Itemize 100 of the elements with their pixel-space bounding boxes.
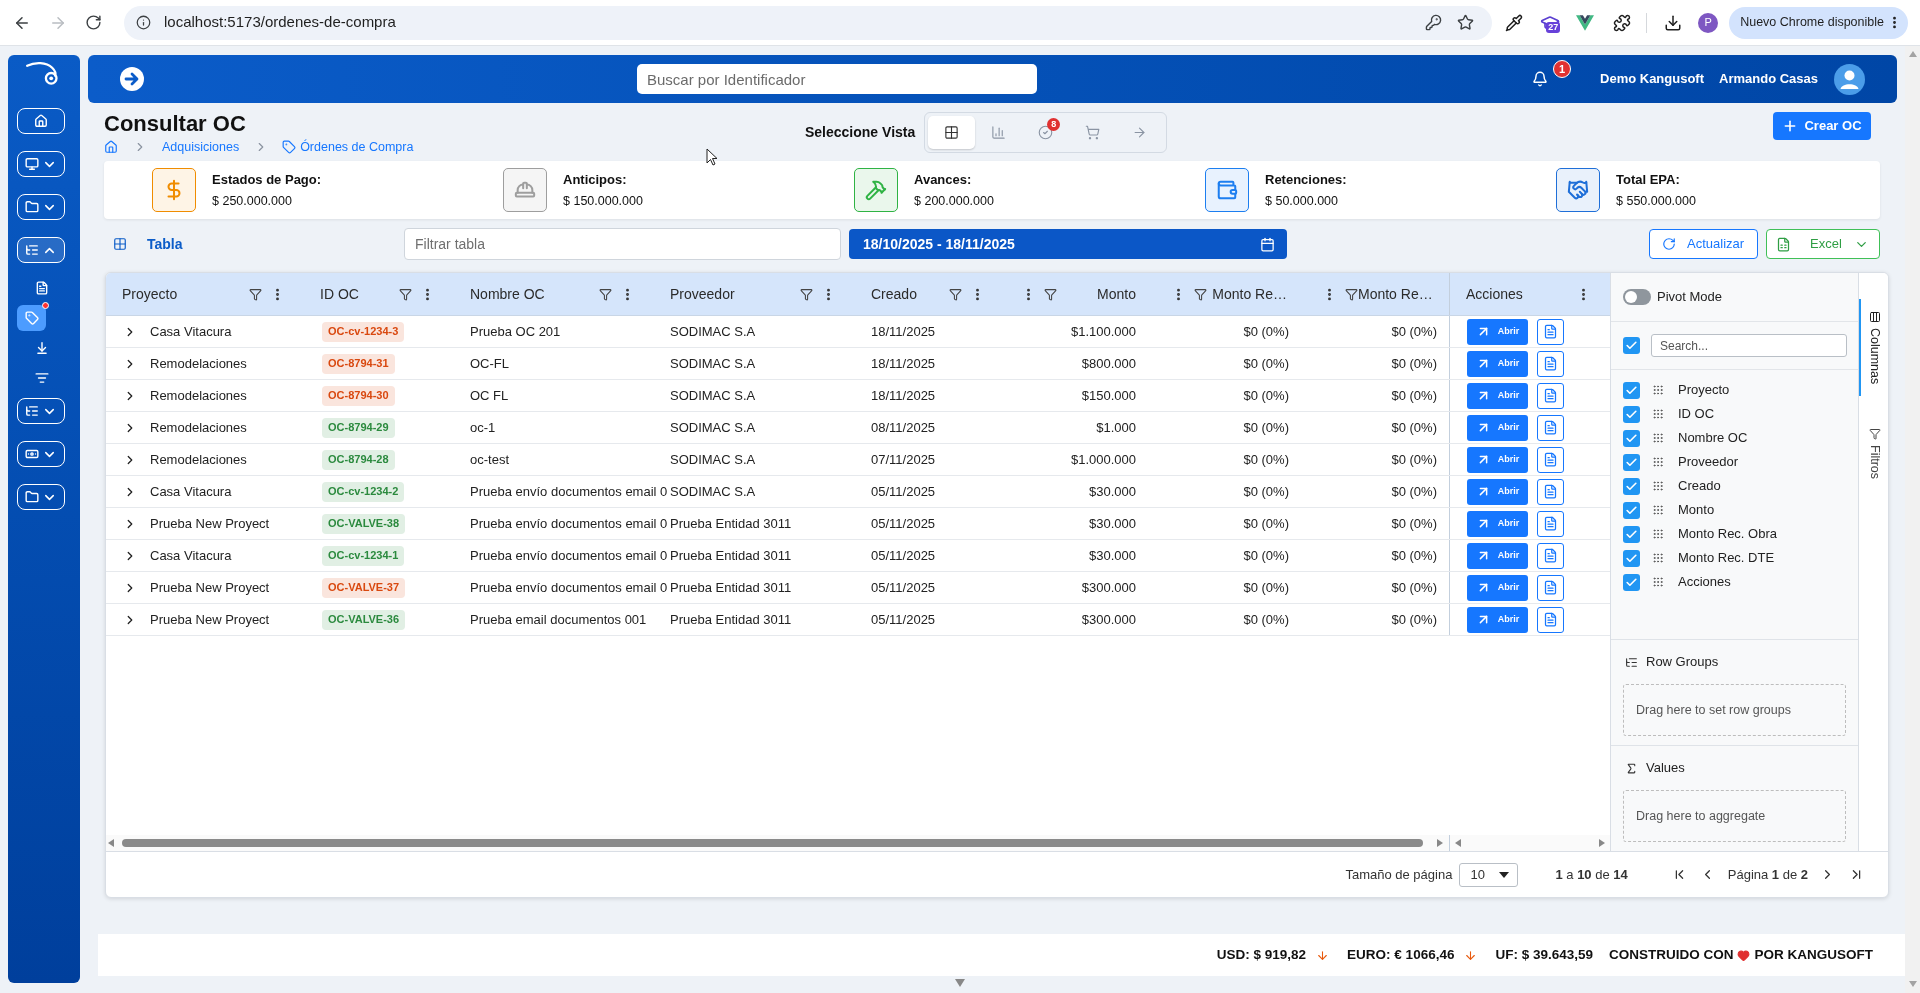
column-checkbox[interactable] — [1623, 429, 1640, 447]
refresh-button[interactable]: Actualizar — [1649, 229, 1758, 259]
excel-export-button[interactable]: Excel — [1766, 229, 1880, 259]
menu-dropdown-button[interactable] — [17, 484, 65, 510]
column-checkbox[interactable] — [1623, 405, 1640, 423]
drag-handle-icon[interactable] — [1652, 528, 1664, 540]
drop-zone[interactable]: Drag here to aggregate — [1623, 790, 1846, 842]
pdf-button[interactable] — [1537, 446, 1564, 473]
pdf-button[interactable] — [1537, 510, 1564, 537]
filter-icon[interactable] — [800, 287, 813, 301]
menu-dropdown-button[interactable] — [17, 237, 65, 263]
filter-icon[interactable] — [949, 287, 962, 301]
horizontal-scrollbar[interactable] — [106, 835, 1610, 851]
notification-bell-icon[interactable] — [1532, 71, 1548, 87]
column-header[interactable]: Monto Re… — [1358, 283, 1433, 305]
bookmark-star-icon[interactable] — [1457, 14, 1475, 31]
open-button[interactable]: Abrir — [1467, 542, 1528, 569]
page-scrollbar[interactable] — [1905, 46, 1920, 993]
drag-handle-icon[interactable] — [1652, 480, 1664, 492]
side-tab[interactable]: Columnas — [1858, 299, 1888, 397]
drag-handle-icon[interactable] — [1652, 552, 1664, 564]
user-avatar-icon[interactable] — [1834, 63, 1865, 95]
view-tab[interactable] — [928, 116, 976, 149]
menu-link[interactable] — [17, 305, 46, 331]
drag-handle-icon[interactable] — [1652, 384, 1664, 396]
drag-handle-icon[interactable] — [1652, 504, 1664, 516]
url-text[interactable]: localhost:5173/ordenes-de-compra — [164, 11, 396, 34]
column-header[interactable]: Proyecto — [122, 283, 178, 305]
filter-icon[interactable] — [1194, 287, 1207, 301]
column-header[interactable]: ID OC — [320, 283, 359, 305]
filter-icon[interactable] — [1345, 287, 1358, 301]
profile-avatar[interactable]: P — [1698, 12, 1719, 33]
page-size-select[interactable]: 10 — [1459, 862, 1519, 887]
address-bar[interactable]: localhost:5173/ordenes-de-compra — [124, 5, 1493, 40]
open-button[interactable]: Abrir — [1467, 382, 1528, 409]
reload-icon[interactable] — [85, 14, 102, 31]
pdf-button[interactable] — [1537, 606, 1564, 633]
menu-dropdown-button[interactable] — [17, 151, 65, 177]
filter-icon[interactable] — [599, 287, 612, 301]
menu-dropdown-button[interactable] — [17, 398, 65, 424]
column-header[interactable]: Acciones — [1466, 283, 1523, 305]
open-button[interactable]: Abrir — [1467, 446, 1528, 473]
column-checkbox[interactable] — [1623, 525, 1640, 543]
column-header[interactable]: Proveedor — [670, 283, 735, 305]
drop-zone[interactable]: Drag here to set row groups — [1623, 684, 1846, 736]
pivot-mode-toggle[interactable] — [1623, 289, 1651, 305]
open-button[interactable]: Abrir — [1467, 478, 1528, 505]
site-info-icon[interactable] — [136, 15, 151, 30]
home-icon[interactable] — [104, 140, 118, 154]
drag-handle-icon[interactable] — [1652, 432, 1664, 444]
drag-handle-icon[interactable] — [1652, 456, 1664, 468]
open-button[interactable]: Abrir — [1467, 510, 1528, 537]
open-button[interactable]: Abrir — [1467, 606, 1528, 633]
menu-dropdown-button[interactable] — [17, 441, 65, 467]
pdf-button[interactable] — [1537, 318, 1564, 345]
column-checkbox[interactable] — [1623, 477, 1640, 495]
column-checkbox[interactable] — [1623, 573, 1640, 591]
create-button[interactable]: Crear OC — [1773, 112, 1871, 140]
column-search-field[interactable]: Search... — [1651, 334, 1847, 357]
collapse-caret-icon[interactable] — [955, 979, 965, 987]
eyedropper-icon[interactable] — [1505, 13, 1524, 32]
v-logo-icon[interactable] — [1576, 14, 1595, 31]
download-icon[interactable] — [1664, 13, 1683, 32]
view-tab[interactable]: 8 — [1022, 116, 1070, 149]
filter-icon[interactable] — [399, 287, 412, 301]
drag-handle-icon[interactable] — [1652, 576, 1664, 588]
update-chrome-button[interactable]: Nuevo Chrome disponible — [1729, 6, 1908, 39]
column-checkbox[interactable] — [1623, 453, 1640, 471]
breadcrumb-link[interactable]: Órdenes de Compra — [300, 137, 414, 157]
table-filter-field[interactable]: Filtrar tabla — [404, 228, 841, 260]
column-header[interactable]: Monto — [1097, 283, 1136, 305]
filter-icon[interactable] — [1044, 287, 1057, 301]
column-header[interactable]: Nombre OC — [470, 283, 545, 305]
arrow-right-circle-icon[interactable] — [120, 67, 144, 91]
select-all-checkbox[interactable] — [1623, 337, 1640, 354]
date-range-button[interactable]: 18/10/2025 - 18/11/2025 — [849, 229, 1287, 259]
pdf-button[interactable] — [1537, 350, 1564, 377]
column-checkbox[interactable] — [1623, 501, 1640, 519]
pdf-button[interactable] — [1537, 414, 1564, 441]
open-button[interactable]: Abrir — [1467, 350, 1528, 377]
column-header[interactable]: Monto Re… — [1212, 283, 1287, 305]
menu-dropdown-button[interactable] — [17, 194, 65, 220]
drag-handle-icon[interactable] — [1652, 408, 1664, 420]
pdf-button[interactable] — [1537, 382, 1564, 409]
home-button[interactable] — [17, 108, 65, 134]
pdf-button[interactable] — [1537, 478, 1564, 505]
key-icon[interactable] — [1425, 14, 1443, 31]
puzzle-icon[interactable] — [1613, 13, 1632, 32]
pdf-button[interactable] — [1537, 574, 1564, 601]
pdf-button[interactable] — [1537, 542, 1564, 569]
filter-icon[interactable] — [249, 287, 262, 301]
open-button[interactable]: Abrir — [1467, 414, 1528, 441]
identifier-search-field[interactable]: Buscar por Identificador — [637, 64, 1037, 94]
side-tab[interactable]: Filtros — [1858, 416, 1888, 492]
column-header[interactable]: Creado — [871, 283, 917, 305]
column-checkbox[interactable] — [1623, 381, 1640, 399]
breadcrumb-link[interactable]: Adquisiciones — [162, 137, 240, 157]
column-checkbox[interactable] — [1623, 549, 1640, 567]
open-button[interactable]: Abrir — [1467, 574, 1528, 601]
open-button[interactable]: Abrir — [1467, 318, 1528, 345]
